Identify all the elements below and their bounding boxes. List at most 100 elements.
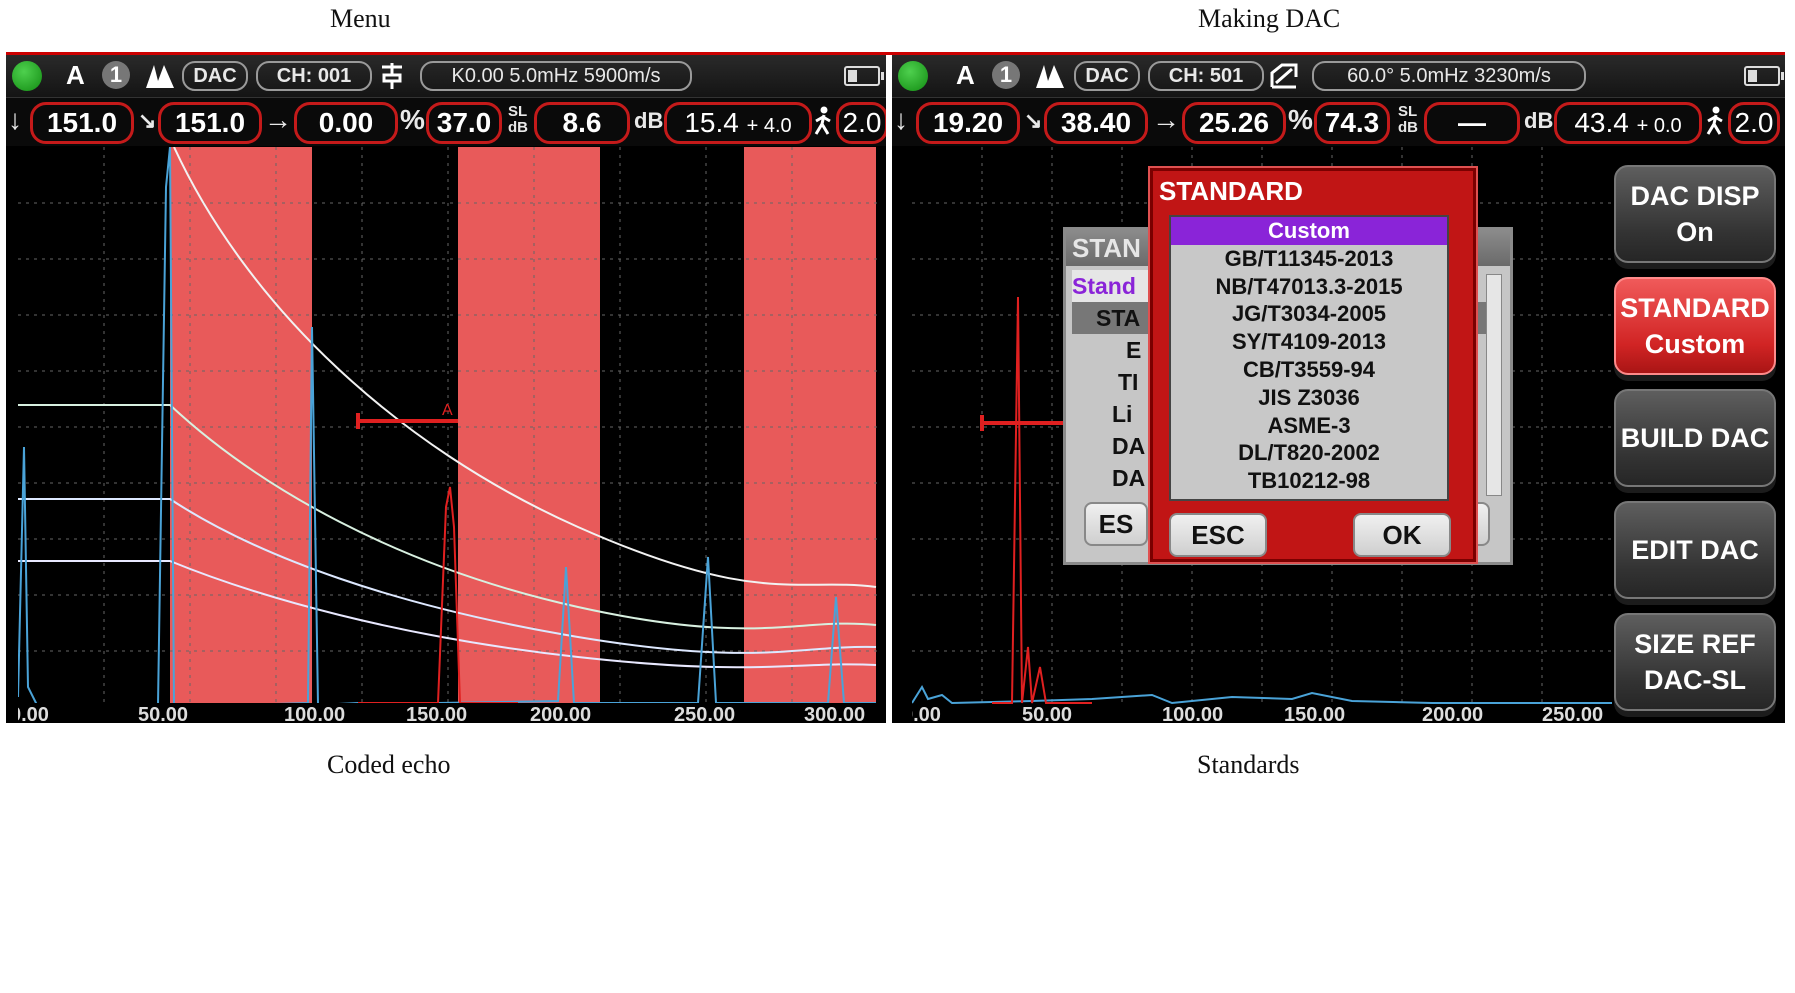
gain-value: 15.4 <box>684 107 739 138</box>
walk-readout: 2.0 <box>836 102 886 144</box>
battery-icon <box>1744 66 1784 86</box>
sl-db-readout: 8.6 <box>534 102 630 144</box>
softkey-line1: SIZE REF <box>1634 629 1756 659</box>
amplitude-readout: 74.3 <box>1314 102 1390 144</box>
standard-list: Custom GB/T11345-2013 NB/T47013.3-2015 J… <box>1169 215 1449 501</box>
curve-mode-pill[interactable]: DAC <box>1074 61 1140 91</box>
softkey-line1: EDIT DAC <box>1631 535 1759 565</box>
probe-number: 1 <box>992 61 1020 89</box>
svg-text:200.00: 200.00 <box>1422 704 1483 723</box>
channel-pill[interactable]: CH: 001 <box>256 61 372 91</box>
probe-info-pill[interactable]: K0.00 5.0mHz 5900m/s <box>420 61 692 91</box>
esc-button[interactable]: ESC <box>1169 513 1267 557</box>
percent-icon: % <box>1288 104 1313 135</box>
sl-db-readout: — <box>1424 102 1520 144</box>
esc-button-back[interactable]: ES <box>1084 502 1148 546</box>
svg-text:100.00: 100.00 <box>284 704 345 723</box>
mode-letter: A <box>66 60 85 90</box>
curve-mode-pill[interactable]: DAC <box>182 61 248 91</box>
gate-label: A <box>442 402 453 419</box>
gate-band-2 <box>458 147 600 709</box>
right-screen: A 1 DAC CH: 501 60.0° 5.0mHz 3230m/s ↓ 1… <box>892 55 1785 723</box>
path-arrow-icon: ↘ <box>1024 108 1043 133</box>
list-item[interactable]: DL/T820-2002 <box>1171 439 1447 467</box>
caption-coded-echo: Coded echo <box>327 750 451 779</box>
channel-pill[interactable]: CH: 501 <box>1148 61 1264 91</box>
power-indicator-icon <box>12 61 42 91</box>
softkey-line2: Custom <box>1644 329 1746 359</box>
path-readout: 151.0 <box>158 102 262 144</box>
readout-bar: ↓ 151.0 ↘ 151.0 → 0.00 % 37.0 SL dB 8.6 d… <box>6 98 886 146</box>
svg-text:150.00: 150.00 <box>1284 704 1345 723</box>
list-item[interactable]: TB10212-98 <box>1171 467 1447 495</box>
list-item[interactable]: CB/T3559-94 <box>1171 356 1447 384</box>
db-icon: dB <box>634 108 664 133</box>
percent-icon: % <box>400 104 425 135</box>
list-item[interactable]: SY/T4109-2013 <box>1171 328 1447 356</box>
depth-readout: 19.20 <box>916 102 1020 144</box>
sl-db-icon: SL dB <box>1398 103 1418 136</box>
build-dac-button[interactable]: BUILD DAC <box>1614 389 1776 487</box>
list-item[interactable]: JG/T3034-2005 <box>1171 300 1447 328</box>
svg-text:250.00: 250.00 <box>1542 704 1603 723</box>
surface-arrow-icon: → <box>1152 104 1180 135</box>
standard-button[interactable]: STANDARD Custom <box>1614 277 1776 375</box>
list-item[interactable]: Custom <box>1171 217 1447 245</box>
battery-icon <box>844 66 884 86</box>
sl-db-icon: SL dB <box>508 103 528 136</box>
gain-readout: 15.4 + 4.0 <box>664 102 812 144</box>
list-item[interactable]: GB/T11345-2013 <box>1171 245 1447 273</box>
list-item[interactable]: JIS Z3036 <box>1171 384 1447 412</box>
surface-readout: 25.26 <box>1182 102 1286 144</box>
svg-text:50.00: 50.00 <box>1022 704 1072 723</box>
svg-text:200.00: 200.00 <box>530 704 591 723</box>
peak-icon <box>1036 65 1064 88</box>
angle-probe-icon <box>1270 63 1298 89</box>
list-item[interactable]: ASME-3 <box>1171 412 1447 440</box>
standard-select-dialog: STANDARD Custom GB/T11345-2013 NB/T47013… <box>1150 168 1476 562</box>
depth-arrow-icon: ↓ <box>894 104 908 135</box>
mode-letter: A <box>956 60 975 90</box>
svg-text:300.00: 300.00 <box>804 704 865 723</box>
dac-disp-button[interactable]: DAC DISP On <box>1614 165 1776 263</box>
softkey-line2: DAC-SL <box>1644 665 1746 695</box>
edit-dac-button[interactable]: EDIT DAC <box>1614 501 1776 599</box>
gain-readout: 43.4 + 0.0 <box>1554 102 1702 144</box>
left-a-scan-display[interactable]: A 0.00 50.00 100.00 150.00 200.00 250.00… <box>18 147 878 723</box>
ok-button[interactable]: OK <box>1353 513 1451 557</box>
status-bar: A 1 DAC CH: 001 K0.00 5.0mHz 5900m/s <box>6 55 886 98</box>
amplitude-readout: 37.0 <box>426 102 502 144</box>
scrollbar[interactable] <box>1486 274 1502 496</box>
walk-readout: 2.0 <box>1728 102 1780 144</box>
path-readout: 38.40 <box>1044 102 1148 144</box>
svg-text:50.00: 50.00 <box>138 704 188 723</box>
surface-readout: 0.00 <box>294 102 398 144</box>
surface-arrow-icon: → <box>264 104 292 135</box>
size-ref-button[interactable]: SIZE REF DAC-SL <box>1614 613 1776 711</box>
caption-standards: Standards <box>1197 750 1300 779</box>
softkey-line1: DAC DISP <box>1630 181 1760 211</box>
depth-arrow-icon: ↓ <box>8 104 22 135</box>
softkey-line1: STANDARD <box>1620 293 1770 323</box>
svg-text:100.00: 100.00 <box>1162 704 1223 723</box>
svg-text:150.00: 150.00 <box>406 704 467 723</box>
svg-text:250.00: 250.00 <box>674 704 735 723</box>
left-screen: A 1 DAC CH: 001 K0.00 5.0mHz 5900m/s ↓ 1… <box>6 55 886 723</box>
peak-icon <box>146 65 174 88</box>
list-item[interactable]: NB/T47013.3-2015 <box>1171 273 1447 301</box>
gain-value: 43.4 <box>1574 107 1629 138</box>
status-bar: A 1 DAC CH: 501 60.0° 5.0mHz 3230m/s <box>892 55 1785 98</box>
gain-step: + 0.0 <box>1636 115 1682 137</box>
depth-readout: 151.0 <box>30 102 134 144</box>
gate-band-1 <box>170 147 312 709</box>
caption-menu: Menu <box>330 4 391 33</box>
caption-making-dac: Making DAC <box>1198 4 1341 33</box>
path-arrow-icon: ↘ <box>138 108 157 133</box>
probe-number: 1 <box>102 61 130 89</box>
softkey-line2: On <box>1676 217 1714 247</box>
softkey-line1: BUILD DAC <box>1620 423 1770 453</box>
svg-text:0.00: 0.00 <box>18 704 49 723</box>
probe-info-pill[interactable]: 60.0° 5.0mHz 3230m/s <box>1312 61 1586 91</box>
gain-step: + 4.0 <box>746 115 792 137</box>
walk-icon <box>1706 106 1723 135</box>
